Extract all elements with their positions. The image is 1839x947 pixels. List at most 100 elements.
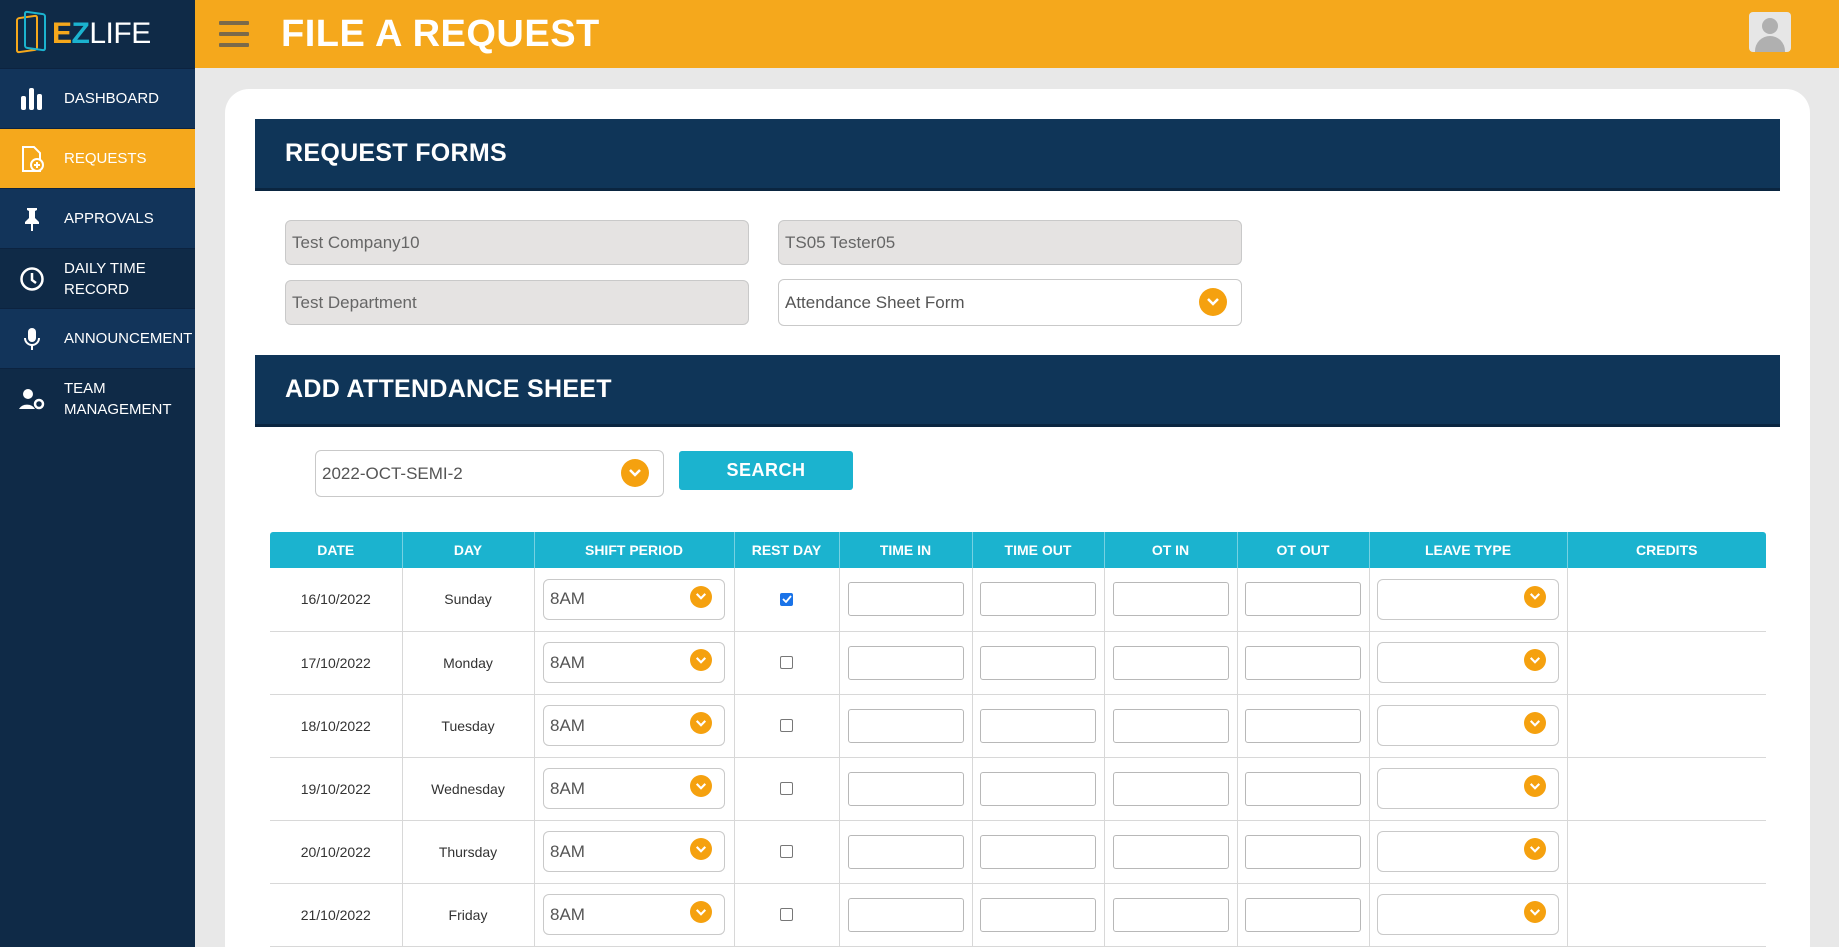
- shift-period-cell: 8AM: [534, 568, 735, 632]
- leave-type-select[interactable]: [1377, 831, 1559, 872]
- shift-period-value: 8AM: [550, 778, 585, 798]
- rest-day-checkbox[interactable]: [780, 845, 793, 858]
- shift-period-select[interactable]: 8AM: [543, 642, 725, 683]
- table-row: 21/10/2022 Friday 8AM: [270, 883, 1766, 947]
- shift-period-cell: 8AM: [534, 883, 735, 947]
- request-forms-header: REQUEST FORMS: [255, 119, 1780, 191]
- ot-out-input[interactable]: [1245, 708, 1361, 743]
- shift-period-cell: 8AM: [534, 631, 735, 695]
- rest-day-checkbox[interactable]: [780, 592, 793, 606]
- table-header-row: DATE DAY SHIFT PERIOD REST DAY TIME IN T…: [270, 532, 1766, 568]
- ot-in-cell: [1104, 757, 1238, 821]
- sidebar-item-team-management[interactable]: TEAM MANAGEMENT: [0, 368, 195, 428]
- shift-period-select[interactable]: 8AM: [543, 705, 725, 746]
- ot-out-input[interactable]: [1245, 645, 1361, 680]
- rest-day-checkbox[interactable]: [780, 656, 793, 669]
- time-in-input[interactable]: [847, 582, 964, 617]
- app-logo[interactable]: EZLIFE: [0, 0, 195, 68]
- column-header: SHIFT PERIOD: [534, 532, 735, 568]
- chevron-down-icon: [1524, 838, 1546, 860]
- sidebar: EZLIFE DASHBOARD REQUESTS APPROVALS DAIL…: [0, 0, 195, 947]
- ot-out-input[interactable]: [1245, 897, 1361, 932]
- chevron-down-icon: [1524, 649, 1546, 671]
- ot-in-cell: [1104, 883, 1238, 947]
- time-out-input[interactable]: [980, 834, 1096, 869]
- form-type-select[interactable]: Attendance Sheet Form: [778, 279, 1242, 326]
- rest-day-cell: [734, 820, 840, 884]
- time-in-cell: [839, 757, 973, 821]
- ot-in-input[interactable]: [1112, 582, 1229, 617]
- sidebar-item-requests[interactable]: REQUESTS: [0, 128, 195, 188]
- user-avatar[interactable]: [1749, 12, 1791, 52]
- time-out-input[interactable]: [980, 771, 1096, 806]
- page-title: FILE A REQUEST: [281, 12, 600, 55]
- time-in-input[interactable]: [847, 645, 964, 680]
- ot-in-cell: [1104, 820, 1238, 884]
- sidebar-item-label: DASHBOARD: [64, 90, 160, 107]
- ot-in-input[interactable]: [1112, 708, 1229, 743]
- chevron-down-icon: [690, 775, 712, 797]
- leave-type-cell: [1369, 820, 1568, 884]
- time-in-cell: [839, 883, 973, 947]
- table-row: 18/10/2022 Tuesday 8AM: [270, 694, 1766, 758]
- shift-period-select[interactable]: 8AM: [543, 831, 725, 872]
- user-gear-icon: [18, 385, 46, 413]
- date-cell: 21/10/2022: [270, 883, 403, 947]
- time-out-cell: [972, 757, 1105, 821]
- shift-period-select[interactable]: 8AM: [543, 768, 725, 809]
- leave-type-cell: [1369, 568, 1568, 632]
- rest-day-checkbox[interactable]: [780, 908, 793, 921]
- ot-out-cell: [1237, 820, 1370, 884]
- ot-in-input[interactable]: [1112, 771, 1229, 806]
- date-cell: 17/10/2022: [270, 631, 403, 695]
- leave-type-select[interactable]: [1377, 768, 1559, 809]
- sidebar-item-label: APPROVALS: [64, 210, 154, 227]
- leave-type-cell: [1369, 757, 1568, 821]
- shift-period-select[interactable]: 8AM: [543, 578, 725, 620]
- sidebar-item-announcement[interactable]: ANNOUNCEMENT: [0, 308, 195, 368]
- ot-in-input[interactable]: [1112, 834, 1229, 869]
- sidebar-item-daily-time-record[interactable]: DAILY TIME RECORD: [0, 248, 195, 308]
- attendance-sheet-header: ADD ATTENDANCE SHEET: [255, 355, 1780, 427]
- time-out-input[interactable]: [980, 645, 1096, 680]
- time-in-input[interactable]: [847, 708, 964, 743]
- time-out-input[interactable]: [980, 582, 1096, 617]
- shift-period-value: 8AM: [550, 904, 585, 924]
- microphone-icon: [18, 325, 46, 353]
- ot-out-input[interactable]: [1245, 834, 1361, 869]
- rest-day-checkbox[interactable]: [780, 719, 793, 732]
- time-in-input[interactable]: [847, 897, 964, 932]
- ot-out-cell: [1237, 631, 1370, 695]
- hamburger-menu-icon[interactable]: [219, 21, 249, 47]
- time-out-input[interactable]: [980, 897, 1096, 932]
- section-title: REQUEST FORMS: [285, 139, 507, 167]
- ot-in-input[interactable]: [1112, 897, 1229, 932]
- column-header: CREDITS: [1567, 532, 1766, 568]
- search-button[interactable]: SEARCH: [679, 451, 853, 490]
- ot-in-input[interactable]: [1112, 645, 1229, 680]
- date-cell: 18/10/2022: [270, 694, 403, 758]
- table-row: 16/10/2022 Sunday 8AM: [270, 568, 1766, 632]
- sidebar-item-dashboard[interactable]: DASHBOARD: [0, 68, 195, 128]
- ot-out-input[interactable]: [1245, 582, 1361, 617]
- shift-period-cell: 8AM: [534, 820, 735, 884]
- leave-type-select[interactable]: [1377, 578, 1559, 620]
- ot-out-input[interactable]: [1245, 771, 1361, 806]
- time-in-input[interactable]: [847, 771, 964, 806]
- sidebar-item-label: TEAM MANAGEMENT: [64, 379, 172, 418]
- time-in-input[interactable]: [847, 834, 964, 869]
- chevron-down-icon: [1524, 712, 1546, 734]
- sidebar-item-approvals[interactable]: APPROVALS: [0, 188, 195, 248]
- leave-type-select[interactable]: [1377, 705, 1559, 746]
- rest-day-cell: [734, 568, 840, 632]
- shift-period-select[interactable]: 8AM: [543, 894, 725, 935]
- time-out-input[interactable]: [980, 708, 1096, 743]
- shift-period-value: 8AM: [550, 589, 585, 609]
- leave-type-select[interactable]: [1377, 642, 1559, 683]
- leave-type-select[interactable]: [1377, 894, 1559, 935]
- table-row: 17/10/2022 Monday 8AM: [270, 631, 1766, 695]
- rest-day-checkbox[interactable]: [780, 782, 793, 795]
- period-select[interactable]: 2022-OCT-SEMI-2: [315, 450, 664, 497]
- credits-cell: [1567, 820, 1766, 884]
- time-out-cell: [972, 694, 1105, 758]
